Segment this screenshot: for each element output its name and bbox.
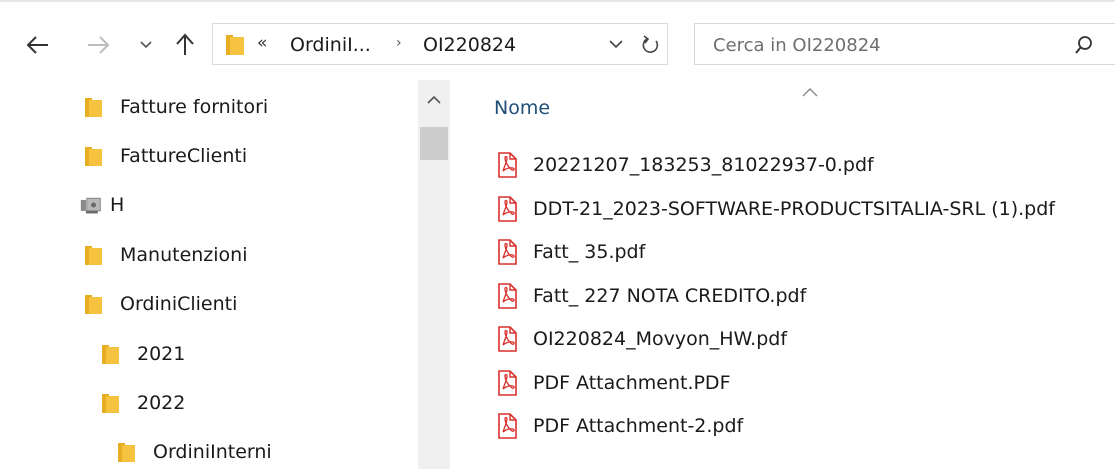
pdf-file-icon — [496, 152, 518, 178]
refresh-icon[interactable] — [641, 34, 661, 60]
file-name: PDF Attachment-2.pdf — [533, 415, 744, 437]
pdf-file-icon — [496, 369, 518, 396]
recent-locations-button[interactable] — [134, 33, 158, 57]
breadcrumb-current[interactable]: OI220824 — [423, 34, 516, 56]
tree-item-fattureclienti[interactable]: FattureClienti — [84, 136, 247, 176]
file-name: OI220824_Movyon_HW.pdf — [533, 328, 788, 350]
arrow-up-icon — [176, 33, 194, 55]
tree-item-h[interactable]: H — [80, 185, 124, 225]
tree-item-label: Manutenzioni — [120, 244, 248, 266]
chevron-down-icon — [140, 41, 152, 49]
pdf-file-icon — [496, 239, 518, 265]
up-button[interactable] — [168, 29, 202, 61]
window-top-edge — [0, 0, 1115, 10]
pdf-file-icon — [496, 326, 518, 352]
network-drive-icon — [80, 194, 102, 216]
file-name: DDT-21_2023-SOFTWARE-PRODUCTSITALIA-SRL … — [533, 197, 1055, 220]
file-row[interactable]: PDF Attachment-2.pdf — [496, 410, 743, 442]
tree-item-label: OrdiniClienti — [120, 293, 238, 315]
tree-item-ordiniclienti[interactable]: OrdiniClienti — [84, 284, 237, 324]
folder-icon — [84, 145, 106, 167]
pdf-file-icon — [496, 282, 518, 309]
folder-icon — [117, 441, 139, 463]
navigation-pane: Fatture fornitori FattureClienti H Manut… — [0, 80, 418, 469]
arrow-right-icon — [88, 36, 110, 54]
sort-ascending-icon — [802, 82, 818, 101]
breadcrumb-ordini[interactable]: OrdiniI... — [290, 34, 371, 56]
tree-item-label: OrdiniInterni — [153, 441, 272, 463]
scrollbar-thumb[interactable] — [420, 127, 448, 160]
forward-button[interactable] — [78, 31, 118, 59]
file-name: PDF Attachment.PDF — [533, 371, 731, 394]
file-name: 20221207_183253_81022937-0.pdf — [533, 154, 874, 176]
column-header-name[interactable]: Nome — [494, 97, 550, 119]
tree-item-label: Fatture fornitori — [120, 96, 269, 118]
file-row[interactable]: PDF Attachment.PDF — [496, 367, 731, 399]
tree-item-label: FattureClienti — [120, 145, 248, 167]
search-box[interactable] — [694, 23, 1115, 65]
file-row[interactable]: OI220824_Movyon_HW.pdf — [496, 323, 787, 355]
arrow-left-icon — [26, 36, 48, 54]
file-row[interactable]: DDT-21_2023-SOFTWARE-PRODUCTSITALIA-SRL … — [496, 193, 1055, 225]
file-name: Fatt_ 35.pdf — [533, 241, 646, 263]
folder-icon — [224, 33, 246, 61]
folder-icon — [101, 392, 123, 414]
tree-item-2021[interactable]: 2021 — [101, 334, 185, 374]
address-dropdown-icon[interactable] — [608, 36, 624, 56]
file-row[interactable]: 20221207_183253_81022937-0.pdf — [496, 149, 874, 181]
scroll-up-icon[interactable] — [427, 90, 441, 109]
search-input[interactable] — [711, 31, 1045, 59]
pdf-file-icon — [496, 413, 518, 439]
tree-item-label: H — [110, 194, 125, 216]
file-name: Fatt_ 227 NOTA CREDITO.pdf — [533, 284, 807, 307]
back-button[interactable] — [18, 31, 58, 59]
search-icon[interactable] — [1074, 35, 1094, 59]
file-list-pane: Nome 20221207_183253_81022937-0.pdf DDT-2… — [450, 80, 1115, 469]
address-bar[interactable]: « OrdiniI... › OI220824 — [212, 23, 668, 65]
tree-item-label: 2021 — [137, 343, 186, 365]
tree-item-ordiniinterni[interactable]: OrdiniInterni — [117, 432, 272, 472]
tree-item-label: 2022 — [137, 392, 186, 414]
folder-icon — [101, 343, 123, 365]
breadcrumb-separator[interactable]: › — [396, 35, 402, 51]
tree-item-2022[interactable]: 2022 — [101, 383, 185, 423]
pdf-file-icon — [496, 195, 518, 222]
tree-item-manutenzioni[interactable]: Manutenzioni — [84, 235, 248, 275]
overflow-crumbs-icon[interactable]: « — [257, 33, 267, 53]
tree-item-fatture-fornitori[interactable]: Fatture fornitori — [84, 87, 268, 127]
tree-scrollbar[interactable] — [418, 80, 450, 469]
folder-icon — [84, 96, 106, 118]
file-row[interactable]: Fatt_ 227 NOTA CREDITO.pdf — [496, 280, 806, 312]
folder-icon — [84, 244, 106, 266]
file-row[interactable]: Fatt_ 35.pdf — [496, 236, 645, 268]
folder-icon — [84, 293, 106, 315]
